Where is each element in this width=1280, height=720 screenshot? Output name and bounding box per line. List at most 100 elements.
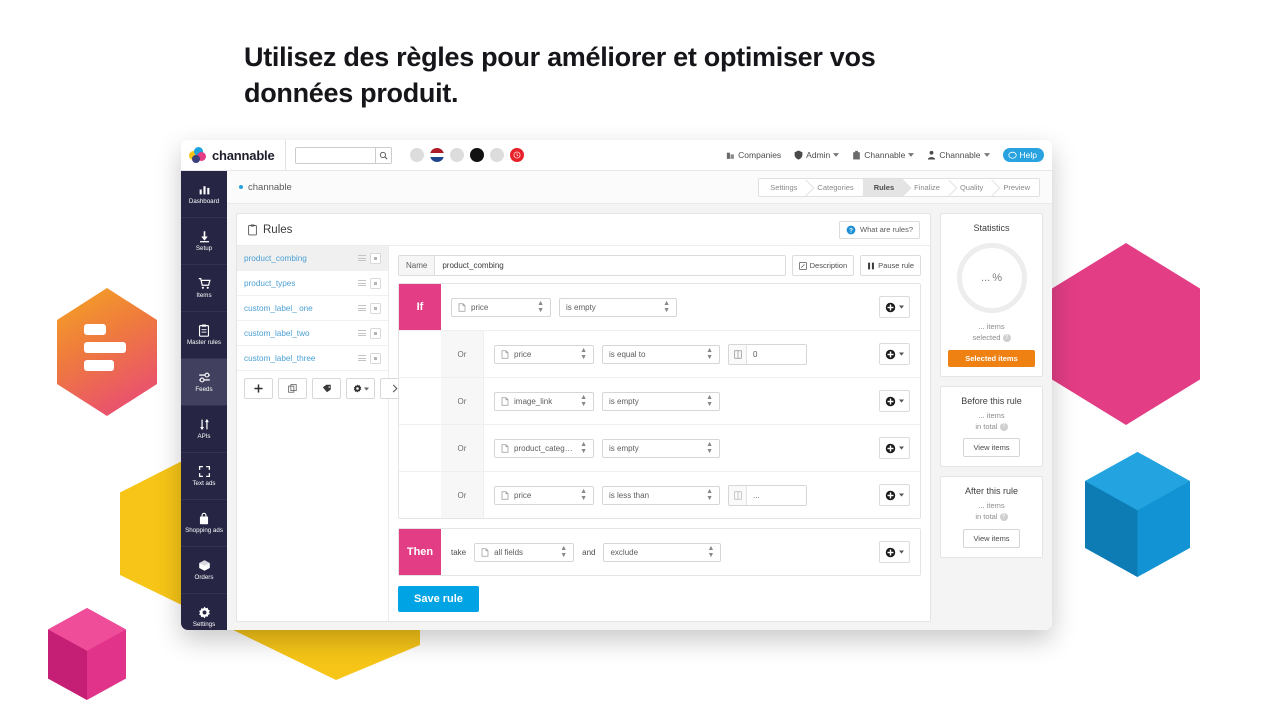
selected-items-button[interactable]: Selected items [948,349,1035,367]
before-rule-view-items-button[interactable]: View items [963,438,1020,457]
sidebar-item-master-rules[interactable]: Master rules [181,312,227,359]
step-settings[interactable]: Settings [759,178,807,196]
nav-item-user[interactable]: Channable [927,150,990,160]
pause-rule-button[interactable]: Pause rule [860,255,921,276]
rule-list-item[interactable]: product_combing [237,246,388,271]
step-categories[interactable]: Categories [806,178,863,196]
add-action-button[interactable] [879,541,910,563]
condition-operator-select[interactable]: is empty ▲ ▼ [602,391,720,411]
rule-options-icon[interactable] [370,327,381,339]
page-headline: Utilisez des règles pour améliorer et op… [244,42,876,108]
global-search[interactable] [294,146,392,164]
sidebar-item-feeds[interactable]: Feeds [181,359,227,406]
search-input[interactable] [294,146,375,164]
condition-row: Or price ▲ ▼ is equal to ▲ ▼ 0 [399,330,920,377]
columns-icon[interactable] [729,485,747,505]
condition-field-select[interactable]: price ▲ ▼ [451,297,551,317]
rule-options-icon[interactable] [370,302,381,314]
info-icon[interactable]: ? [1002,334,1011,343]
action-operation-select[interactable]: exclude ▲ ▼ [603,542,722,562]
select-spinner-icon: ▲ ▼ [706,347,713,361]
duplicate-rule-button[interactable] [278,378,307,399]
decorative-cube-blue [1085,452,1190,577]
edit-square-icon [798,261,807,270]
rule-options-icon[interactable] [370,352,381,364]
condition-field-select[interactable]: product_category ▲ ▼ [494,438,594,458]
what-are-rules-button[interactable]: ? What are rules? [839,220,920,239]
locale-flag-nl-icon[interactable] [429,148,444,162]
add-condition-button[interactable] [879,343,910,365]
add-condition-button[interactable] [879,437,910,459]
rule-list-item[interactable]: custom_label_three [237,346,388,371]
drag-handle-icon[interactable] [358,355,366,361]
account-dot[interactable] [449,148,464,162]
brand-logo[interactable]: channable [189,140,286,170]
nav-item-channable-company[interactable]: Channable [852,150,915,160]
drag-handle-icon[interactable] [358,330,366,336]
sidebar-item-text-ads[interactable]: Text ads [181,453,227,500]
info-icon[interactable]: ? [999,422,1008,431]
save-rule-button[interactable]: Save rule [398,586,479,612]
drag-handle-icon[interactable] [358,305,366,311]
before-rule-count: ... [978,410,985,420]
account-dot[interactable] [409,148,424,162]
search-icon[interactable] [374,146,392,164]
sidebar-item-apis[interactable]: APIs [181,406,227,453]
condition-value-field[interactable]: 0 [728,343,807,365]
chat-bubble-icon [1007,151,1017,159]
condition-field-select[interactable]: price ▲ ▼ [494,344,594,364]
rule-item-tools [358,252,381,264]
condition-field-select[interactable]: price ▲ ▼ [494,485,594,505]
drag-handle-icon[interactable] [358,255,366,261]
rule-name-field[interactable]: Name product_combing [398,255,786,276]
nav-item-admin[interactable]: Admin [794,150,840,160]
condition-value-input[interactable]: 0 [747,344,806,364]
account-dot-black[interactable] [469,148,484,162]
sidebar-item-items[interactable]: Items [181,265,227,312]
condition-value-field[interactable]: ... [728,484,807,506]
rule-name-value[interactable]: product_combing [435,256,785,275]
add-condition-button[interactable] [879,390,910,412]
caret-down-icon [899,399,904,403]
add-condition-button[interactable] [879,296,910,318]
nav-item-companies[interactable]: Companies [726,150,781,160]
rules-settings-button[interactable] [346,378,375,399]
add-condition-button[interactable] [879,484,910,506]
add-rule-button[interactable] [244,378,273,399]
select-spinner-icon: ▲ ▼ [580,347,587,361]
account-dot[interactable] [489,148,504,162]
columns-icon[interactable] [729,344,747,364]
tag-rule-button[interactable] [312,378,341,399]
info-icon[interactable]: ? [999,513,1008,522]
after-rule-view-items-button[interactable]: View items [963,528,1020,548]
rule-list-item[interactable]: custom_label_two [237,321,388,346]
rule-list-item[interactable]: product_types [237,271,388,296]
breadcrumb-bar: channable Settings Categories Rules Fina… [227,171,1052,204]
action-field-select[interactable]: all fields ▲ ▼ [474,542,575,562]
condition-field-select[interactable]: image_link ▲ ▼ [494,391,594,411]
description-button[interactable]: Description [791,255,855,276]
condition-operator-select[interactable]: is equal to ▲ ▼ [602,344,720,364]
condition-operator-select[interactable]: is empty ▲ ▼ [602,438,720,458]
help-button[interactable]: Help [1002,148,1044,162]
sidebar-item-shopping-ads[interactable]: Shopping ads [181,500,227,547]
sidebar-item-setup[interactable]: Setup [181,218,227,265]
condition-operator-select[interactable]: is less than ▲ ▼ [602,485,720,505]
condition-operator-select[interactable]: is empty ▲ ▼ [559,297,677,317]
condition-value-input[interactable]: ... [747,485,806,505]
account-switcher-dots[interactable] [409,148,524,162]
sidebar-item-settings[interactable]: Settings [181,594,227,630]
question-circle-icon: ? [846,225,856,234]
select-spinner-icon: ▲ ▼ [706,394,713,408]
rule-list-item[interactable]: custom_label_ one [237,296,388,321]
sidebar-item-orders[interactable]: Orders [181,547,227,594]
notification-dot-red[interactable] [509,148,524,162]
action-fields: take all fields ▲ ▼ and exclude ▲ ▼ [441,529,920,575]
rule-options-icon[interactable] [370,277,381,289]
drag-handle-icon[interactable] [358,280,366,286]
sidebar-item-dashboard[interactable]: Dashboard [181,171,227,218]
step-rules[interactable]: Rules [862,178,904,196]
breadcrumb[interactable]: channable [239,182,292,193]
rule-options-icon[interactable] [370,252,381,264]
condition-row: Or image_link ▲ ▼ is empty ▲ ▼ [399,377,920,424]
